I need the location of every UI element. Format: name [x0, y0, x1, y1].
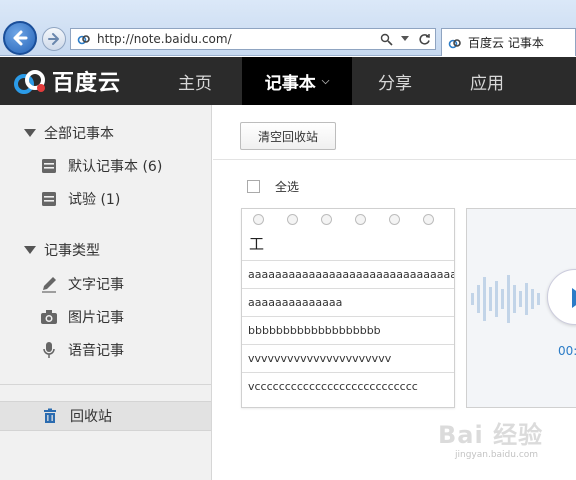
back-button[interactable] — [3, 21, 37, 55]
sidebar-item-label: 图片记事 — [68, 310, 124, 326]
tab-favicon-icon — [448, 38, 461, 48]
browser-toolbar: http://note.baidu.com/ 百度云 记事本 — [0, 0, 576, 56]
site-favicon-icon — [77, 35, 90, 45]
refresh-icon[interactable] — [416, 31, 432, 47]
nav-apps[interactable]: 应用 — [444, 57, 530, 105]
note-lines: aaaaaaaaaaaaaaaaaaaaaaaaaaaaaaa aaaaaaaa… — [242, 260, 454, 400]
sidebar-item-label: 语音记事 — [68, 343, 124, 359]
note-line: bbbbbbbbbbbbbbbbbbb — [242, 316, 454, 344]
select-all[interactable]: 全选 — [247, 178, 299, 195]
empty-recycle-bin-button[interactable]: 清空回收站 — [240, 122, 336, 150]
note-line: vccccccccccccccccccccccccccc — [242, 372, 454, 400]
select-all-checkbox[interactable] — [247, 180, 260, 193]
voice-duration: 00: — [558, 344, 576, 358]
sidebar-item-default-notebook[interactable]: 默认记事本 (6) — [40, 153, 162, 179]
watermark-url: jingyan.baidu.com — [455, 450, 539, 460]
forward-arrow-icon — [48, 33, 59, 45]
watermark: Bai 经验 — [438, 421, 544, 449]
nav-home[interactable]: 主页 — [152, 57, 238, 105]
sidebar-item-text-notes[interactable]: 文字记事 — [40, 271, 124, 297]
nav-share[interactable]: 分享 — [352, 57, 438, 105]
note-line: aaaaaaaaaaaaaaaaaaaaaaaaaaaaaaa — [242, 260, 454, 288]
address-bar[interactable]: http://note.baidu.com/ — [70, 28, 436, 50]
collapse-triangle-icon — [24, 129, 36, 137]
recycle-bin-label: 回收站 — [70, 409, 112, 425]
notebook-icon — [40, 190, 58, 208]
group-all-notebooks[interactable]: 全部记事本 — [24, 123, 114, 143]
url-text[interactable]: http://note.baidu.com/ — [97, 32, 378, 46]
search-icon[interactable] — [378, 31, 394, 47]
sidebar-item-test-notebook[interactable]: 试验 (1) — [40, 186, 120, 212]
sidebar-item-image-notes[interactable]: 图片记事 — [40, 304, 124, 330]
binder-ring-icon — [321, 214, 332, 225]
nav-apps-label: 应用 — [470, 73, 504, 94]
microphone-icon — [40, 341, 58, 359]
cloud-logo-icon — [14, 70, 45, 94]
group-types-label: 记事类型 — [44, 243, 100, 259]
nav-notebook-label: 记事本 — [264, 73, 316, 94]
nav-share-label: 分享 — [378, 73, 412, 94]
baidu-cloud-logo[interactable]: 百度云 — [12, 63, 121, 99]
select-all-label: 全选 — [275, 180, 300, 194]
binder-ring-icon — [355, 214, 366, 225]
logo-text: 百度云 — [52, 71, 122, 96]
collapse-triangle-icon — [24, 246, 36, 254]
sidebar-item-voice-notes[interactable]: 语音记事 — [40, 337, 124, 363]
group-note-types[interactable]: 记事类型 — [24, 240, 100, 260]
browser-tab[interactable]: 百度云 记事本 — [441, 28, 576, 56]
note-line: vvvvvvvvvvvvvvvvvvvvvv — [242, 344, 454, 372]
notebook-icon — [40, 157, 58, 175]
sidebar-divider — [0, 384, 211, 385]
tab-title: 百度云 记事本 — [468, 36, 544, 50]
group-all-label: 全部记事本 — [44, 126, 114, 142]
play-button[interactable] — [547, 269, 576, 325]
sidebar-item-recycle-bin[interactable]: 回收站 — [0, 401, 211, 431]
sidebar-item-label: 文字记事 — [68, 277, 124, 293]
top-navigation: 百度云 主页 记事本 ⌵ 分享 应用 — [0, 57, 576, 105]
dropdown-icon[interactable] — [397, 31, 413, 47]
binder-ring-icon — [423, 214, 434, 225]
voice-note-card[interactable]: 00: — [466, 208, 576, 408]
binder-ring-icon — [287, 214, 298, 225]
nav-notebook[interactable]: 记事本 ⌵ — [242, 57, 352, 105]
note-title: 工 — [249, 235, 265, 253]
camera-icon — [40, 308, 58, 326]
binder-ring-icon — [389, 214, 400, 225]
main-toolbar: 清空回收站 — [213, 105, 576, 160]
play-icon — [572, 288, 576, 308]
trash-icon — [42, 408, 58, 424]
nav-home-label: 主页 — [178, 73, 212, 94]
pencil-icon — [40, 275, 58, 293]
note-line: aaaaaaaaaaaaaa — [242, 288, 454, 316]
forward-button[interactable] — [42, 27, 66, 51]
binder-ring-icon — [253, 214, 264, 225]
note-card[interactable]: 工 aaaaaaaaaaaaaaaaaaaaaaaaaaaaaaa aaaaaa… — [241, 208, 455, 408]
back-arrow-icon — [13, 30, 28, 46]
chevron-down-icon: ⌵ — [321, 75, 330, 87]
sidebar-item-label: 默认记事本 (6) — [68, 159, 163, 175]
waveform-icon — [471, 275, 540, 323]
sidebar-item-label: 试验 (1) — [68, 192, 121, 208]
sidebar: 全部记事本 默认记事本 (6) 试验 (1) 记事类型 文字记事 图片记事 语音… — [0, 105, 212, 480]
binder-rings — [242, 214, 454, 226]
